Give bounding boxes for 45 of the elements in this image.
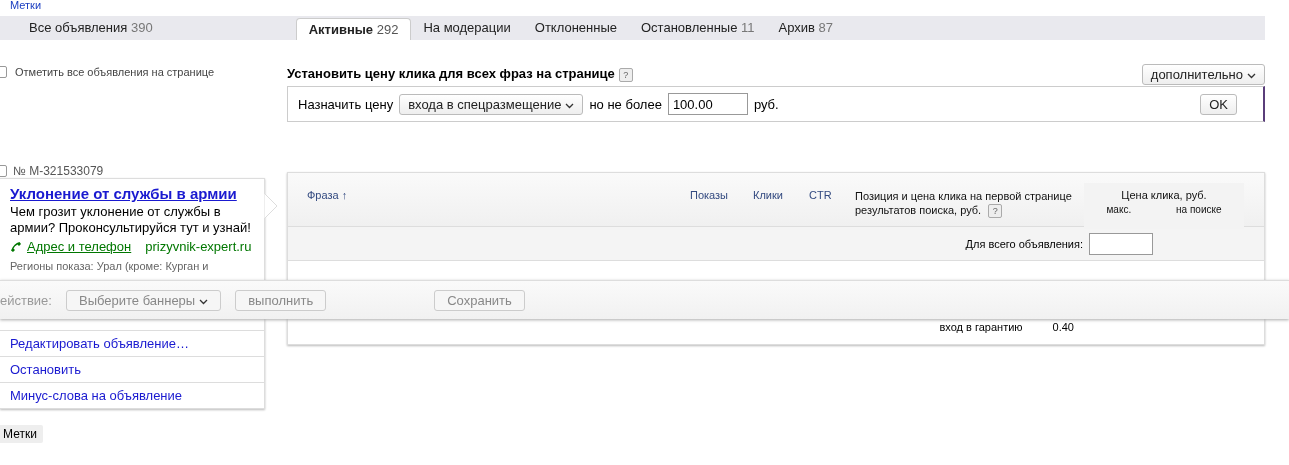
contact-link[interactable]: Адрес и телефон	[27, 239, 132, 254]
tab[interactable]: Остановленные 11	[629, 16, 767, 40]
tab[interactable]: Активные 292	[295, 18, 412, 40]
column-subheader: макс.	[1106, 204, 1132, 215]
tab[interactable]: Все объявления 390	[17, 16, 165, 40]
tab[interactable]: Архив 87	[766, 16, 846, 40]
limit-label: но не более	[589, 96, 662, 112]
table-cell: 0.40	[1052, 321, 1074, 333]
ad-action-link[interactable]: Минус-слова на объявление	[0, 382, 264, 408]
caret-icon	[1247, 72, 1256, 79]
tags-button[interactable]: Метки	[0, 425, 43, 443]
section-title: Установить цену клика для всех фраз на странице	[287, 66, 615, 82]
tags-link[interactable]: Метки	[10, 0, 42, 10]
column-subheader: на поиске	[1176, 204, 1222, 215]
table-cell: вход в гарантию	[939, 321, 1023, 333]
phone-icon	[10, 241, 21, 252]
caret-icon	[565, 102, 575, 109]
column-header[interactable]: Фраза ↑	[307, 189, 690, 201]
help-icon[interactable]: ?	[988, 204, 1003, 219]
column-header[interactable]: Клики	[753, 189, 809, 201]
ad-title-link[interactable]: Уклонение от службы в армии	[10, 185, 237, 202]
price-label: Назначить цену	[298, 96, 394, 112]
ok-button[interactable]: OK	[1200, 93, 1237, 115]
column-header: Позиция и цена клика на первой странице результатов поиска, руб. ?	[855, 189, 1073, 219]
tab[interactable]: Отклоненные	[522, 16, 629, 40]
help-icon[interactable]: ?	[618, 67, 633, 82]
caret-icon	[199, 298, 209, 305]
column-header: Цена клика, руб.	[1120, 189, 1208, 201]
ad-domain: prizyvnik-expert.ru	[145, 239, 252, 254]
select-all-label: Отметить все объявления на странице	[15, 66, 215, 78]
ad-text: Чем грозит уклонение от службы в армии? Проконсультируйся тут и узнай!	[10, 204, 252, 236]
column-header[interactable]: Показы	[690, 189, 753, 201]
whole-ad-label: Для всего объявления:	[965, 237, 1083, 250]
ad-action-link[interactable]: Редактировать объявление…	[0, 330, 264, 356]
more-button[interactable]: дополнительно	[1141, 63, 1265, 85]
price-field[interactable]: 100.00	[667, 93, 748, 115]
whole-ad-price-field[interactable]	[1089, 232, 1153, 255]
regions-text: Регионы показа: Урал (кроме: Курган и	[10, 260, 210, 274]
mode-dropdown[interactable]: входа в спецразмещение	[399, 93, 584, 115]
ad-action-link[interactable]: Остановить	[0, 356, 264, 382]
ad-number: № M-321533079	[13, 164, 104, 178]
column-header[interactable]: CTR	[809, 189, 855, 201]
unit-label: руб.	[753, 96, 779, 112]
action-label: ействие:	[0, 292, 52, 308]
tab[interactable]: На модерации	[411, 16, 523, 40]
